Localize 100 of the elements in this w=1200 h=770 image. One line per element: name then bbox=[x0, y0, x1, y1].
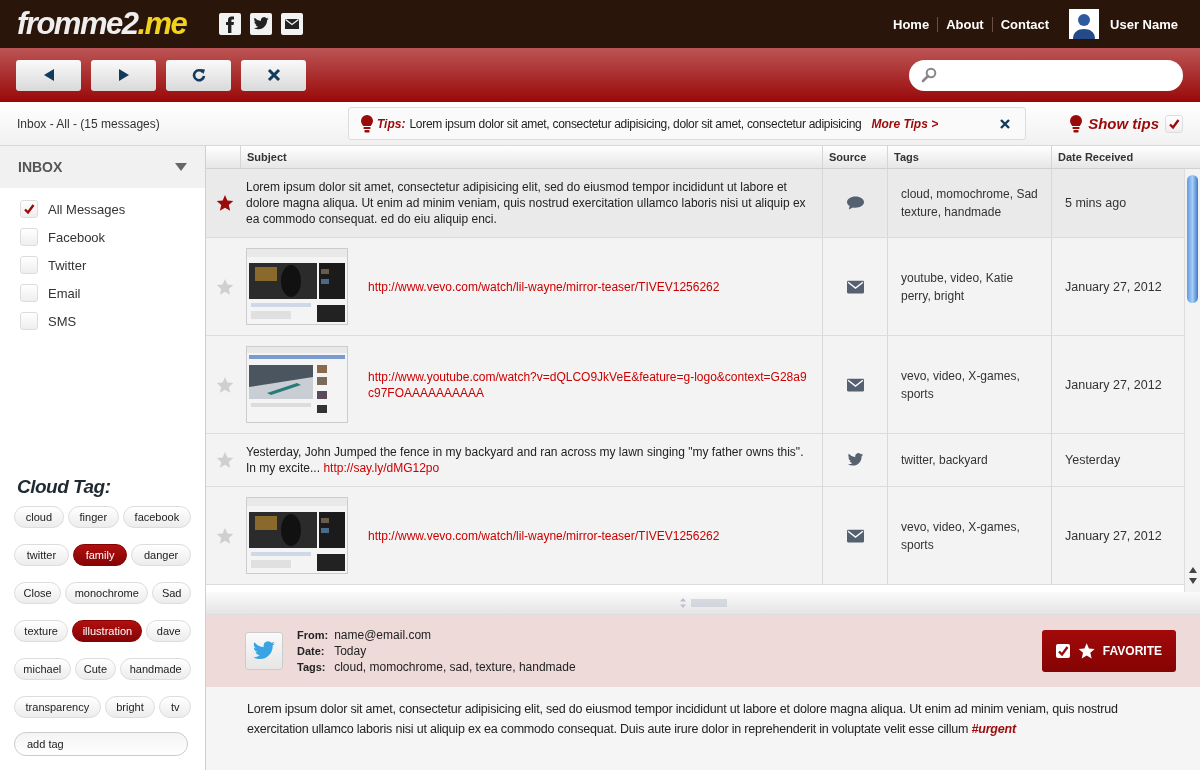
filter-label[interactable]: All Messages bbox=[48, 201, 126, 217]
nav-link[interactable]: Home bbox=[893, 16, 930, 32]
column-header[interactable]: Source bbox=[822, 146, 887, 168]
column-header[interactable]: Date Received bbox=[1051, 146, 1184, 168]
tag-chip[interactable]: handmade bbox=[120, 658, 191, 680]
star-icon[interactable] bbox=[216, 277, 234, 296]
email-icon[interactable] bbox=[281, 13, 304, 35]
show-tips-label: Show tips bbox=[1088, 115, 1159, 132]
tags-text: youtube, video, Katie perry, bright bbox=[901, 269, 1015, 305]
message-link[interactable]: http://say.ly/dMG12po bbox=[323, 461, 440, 475]
filter-label[interactable]: Twitter bbox=[48, 257, 87, 273]
tips-label: Tips: bbox=[377, 116, 406, 131]
tag-chip[interactable]: twitter bbox=[14, 544, 69, 566]
tag-chip[interactable]: family bbox=[72, 544, 128, 566]
tags-text: vevo, video, X-games, sports bbox=[901, 518, 1021, 554]
add-tag-field[interactable]: add tag bbox=[14, 732, 188, 756]
refresh-button[interactable] bbox=[166, 59, 231, 91]
twitter-icon[interactable] bbox=[250, 13, 273, 35]
filter-checkbox[interactable] bbox=[20, 228, 38, 246]
tag-chip[interactable]: texture bbox=[14, 620, 69, 642]
bird-icon bbox=[252, 641, 276, 661]
tag-chip[interactable]: tv bbox=[159, 696, 191, 718]
forward-button[interactable] bbox=[91, 59, 156, 91]
favorite-checkbox[interactable] bbox=[1056, 644, 1070, 658]
scroll-up-icon[interactable] bbox=[1188, 567, 1197, 573]
favorite-button[interactable]: FAVORITE bbox=[1042, 630, 1176, 672]
lightbulb-icon bbox=[361, 114, 373, 133]
facebook-icon[interactable] bbox=[219, 13, 242, 35]
message-body: Lorem ipsum dolor sit amet, consectetur adipisicing elit, sed do eiusmod tempor incididunt ut labore et dolore magna aliqua. Ut enim ad minim veniam, quis nostrud exercitation ullamco laboris nisi ut aliquip ex ea commodo consequat. Duis aute irure dolor in reprehenderit in voluptate velit esse cillum #urgent bbox=[247, 701, 1119, 738]
column-header[interactable]: Subject bbox=[240, 146, 822, 168]
user-name[interactable]: User Name bbox=[1110, 16, 1178, 32]
tags-text: vevo, video, X-games, sports bbox=[901, 367, 1021, 403]
star-icon[interactable] bbox=[216, 375, 234, 394]
envelope-icon bbox=[846, 279, 864, 294]
message-text: Lorem ipsum dolor sit amet, consectetur adipisicing elit, sed do eiusmod tempor incididunt ut labore et dolore magna aliqua. Ut enim ad minim veniam, quis nostrud exercitation ullamco laboris nisi ut aliquip ex ea commodo consequat. ed do eiu aliquip enci. bbox=[246, 179, 807, 227]
show-tips-checkbox[interactable] bbox=[1165, 114, 1183, 133]
search-icon bbox=[921, 67, 937, 83]
nav-link[interactable]: Contact bbox=[1000, 16, 1050, 32]
field-value: cloud, momochrome, sad, texture, handmade bbox=[334, 659, 576, 675]
tags-text: twitter, backyard bbox=[901, 452, 988, 469]
caret-icon bbox=[175, 163, 187, 171]
tag-chip[interactable]: monochrome bbox=[65, 582, 149, 604]
date-text: January 27, 2012 bbox=[1065, 528, 1162, 543]
star-icon[interactable] bbox=[216, 194, 234, 212]
tag-chip[interactable]: illustration bbox=[72, 620, 143, 642]
more-tips-link[interactable]: More Tips > bbox=[871, 116, 939, 131]
tag-chip[interactable]: finger bbox=[67, 506, 119, 528]
date-text: January 27, 2012 bbox=[1065, 377, 1162, 392]
bird-icon bbox=[846, 453, 864, 467]
envelope-icon bbox=[846, 528, 864, 543]
forward-icon bbox=[116, 68, 131, 82]
tag-chip[interactable]: facebook bbox=[122, 506, 191, 528]
tag-chip[interactable]: Sad bbox=[152, 582, 191, 604]
field-value: name@email.com bbox=[334, 627, 433, 643]
search-field[interactable] bbox=[909, 59, 1183, 91]
tag-chip[interactable]: michael bbox=[14, 658, 71, 680]
back-button[interactable] bbox=[16, 59, 81, 91]
message-link[interactable]: http://www.vevo.com/watch/lil-wayne/mirror-teaser/TIVEV1256262 bbox=[368, 278, 720, 295]
lightbulb-icon bbox=[1070, 114, 1083, 133]
cloud-tag-heading: Cloud Tag: bbox=[17, 476, 112, 498]
message-link[interactable]: http://www.youtube.com/watch?v=dQLCO9JkVeE&feature=g-logo&context=G28a9c97FOAAAAAAAAAA bbox=[368, 368, 812, 401]
message-link[interactable]: http://www.vevo.com/watch/lil-wayne/mirror-teaser/TIVEV1256262 bbox=[368, 527, 720, 544]
filter-label[interactable]: Facebook bbox=[48, 229, 106, 245]
tag-chip[interactable]: dave bbox=[146, 620, 191, 642]
logo[interactable]: fromme2.me bbox=[17, 6, 187, 42]
date-text: January 27, 2012 bbox=[1065, 279, 1162, 294]
inbox-header[interactable]: INBOX bbox=[0, 146, 205, 188]
tag-chip[interactable]: danger bbox=[131, 544, 191, 566]
nav-link[interactable]: About bbox=[946, 16, 984, 32]
filter-checkbox[interactable] bbox=[20, 312, 38, 330]
tag-chip[interactable]: Close bbox=[14, 582, 62, 604]
filter-checkbox[interactable] bbox=[20, 284, 38, 302]
column-header[interactable]: Tags bbox=[887, 146, 1051, 168]
avatar-icon[interactable] bbox=[1069, 9, 1100, 39]
star-icon bbox=[1077, 642, 1095, 660]
filter-label[interactable]: SMS bbox=[48, 313, 77, 329]
envelope-icon bbox=[846, 377, 864, 392]
filter-checkbox[interactable] bbox=[20, 200, 38, 218]
tag-chip[interactable]: cloud bbox=[14, 506, 64, 528]
date-text: 5 mins ago bbox=[1065, 196, 1127, 210]
filter-label[interactable]: Email bbox=[48, 285, 81, 301]
scrollbar[interactable] bbox=[1184, 169, 1200, 592]
star-icon[interactable] bbox=[216, 451, 234, 469]
field-label: Tags: bbox=[297, 660, 327, 675]
close-icon[interactable] bbox=[999, 117, 1011, 130]
star-icon[interactable] bbox=[216, 526, 234, 545]
field-label: Date: bbox=[297, 644, 326, 659]
field-label: From: bbox=[297, 628, 329, 643]
scroll-down-icon[interactable] bbox=[1188, 578, 1197, 584]
field-value: Today bbox=[334, 643, 368, 659]
splitter-handle-icon[interactable] bbox=[679, 597, 727, 609]
scroll-thumb[interactable] bbox=[1187, 175, 1198, 303]
tag-chip[interactable]: transparency bbox=[14, 696, 101, 718]
tag-chip[interactable]: bright bbox=[104, 696, 156, 718]
tag-chip[interactable]: Cute bbox=[74, 658, 117, 680]
filter-checkbox[interactable] bbox=[20, 256, 38, 274]
close-button[interactable] bbox=[241, 59, 306, 91]
hashtag-link[interactable]: #urgent bbox=[971, 722, 1016, 736]
refresh-icon bbox=[191, 68, 206, 82]
close-icon bbox=[266, 68, 281, 82]
